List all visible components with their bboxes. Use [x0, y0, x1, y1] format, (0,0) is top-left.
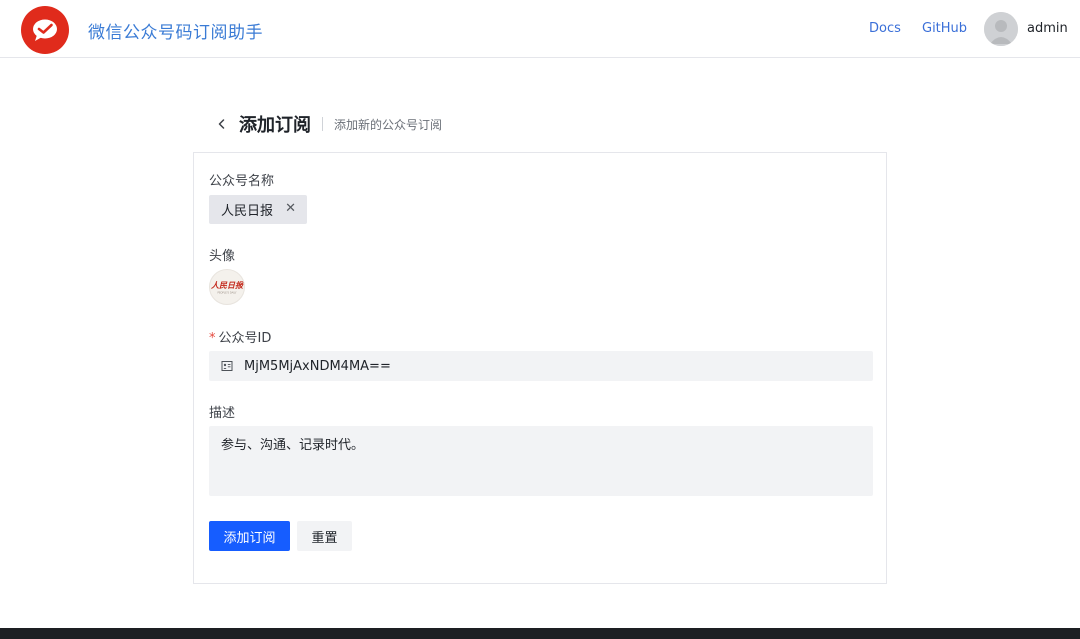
reset-button[interactable]: 重置	[297, 521, 352, 551]
add-subscription-button[interactable]: 添加订阅	[209, 521, 290, 551]
chevron-left-icon	[218, 119, 225, 129]
name-tag-text: 人民日报	[221, 204, 274, 219]
required-mark: *	[209, 331, 216, 346]
username[interactable]: admin	[1027, 21, 1068, 36]
name-label: 公众号名称	[209, 174, 275, 189]
title-divider	[322, 117, 323, 131]
people-daily-logo: 人民日报 PEOPLE'S DAILY	[210, 280, 245, 295]
user-avatar[interactable]	[984, 12, 1018, 46]
user-avatar-icon	[984, 12, 1018, 46]
svg-text:PEOPLE'S DAILY: PEOPLE'S DAILY	[217, 292, 237, 295]
page-subtitle: 添加新的公众号订阅	[334, 117, 443, 132]
account-cover-image: 人民日报 PEOPLE'S DAILY	[209, 269, 245, 305]
app-logo[interactable]	[21, 6, 69, 54]
nav-docs-link[interactable]: Docs	[869, 21, 901, 36]
account-id-input[interactable]	[244, 358, 844, 374]
bottom-edge	[0, 628, 1080, 639]
page-title: 添加订阅	[239, 115, 311, 136]
top-header: 微信公众号码订阅助手 Docs GitHub admin	[0, 0, 1080, 58]
id-label: * 公众号ID	[209, 327, 271, 346]
subscription-form-card: 公众号名称 人民日报 ✕ 头像 人民日报 PEOPLE'S DAILY * 公众号…	[193, 152, 887, 584]
desc-label: 描述	[209, 406, 236, 421]
id-label-text: 公众号ID	[218, 331, 272, 346]
id-card-icon	[221, 361, 233, 371]
back-button[interactable]	[213, 115, 231, 133]
cover-label: 头像	[209, 249, 236, 264]
app-title[interactable]: 微信公众号码订阅助手	[88, 18, 263, 43]
name-tag[interactable]: 人民日报 ✕	[209, 195, 307, 224]
page-header: 添加订阅 添加新的公众号订阅	[213, 110, 442, 138]
chat-bubble-icon	[33, 19, 57, 41]
nav-github-link[interactable]: GitHub	[922, 21, 967, 36]
close-icon[interactable]: ✕	[285, 201, 296, 216]
svg-text:人民日报: 人民日报	[210, 280, 245, 290]
account-id-field[interactable]	[209, 351, 873, 381]
description-textarea[interactable]: 参与、沟通、记录时代。	[209, 426, 873, 496]
